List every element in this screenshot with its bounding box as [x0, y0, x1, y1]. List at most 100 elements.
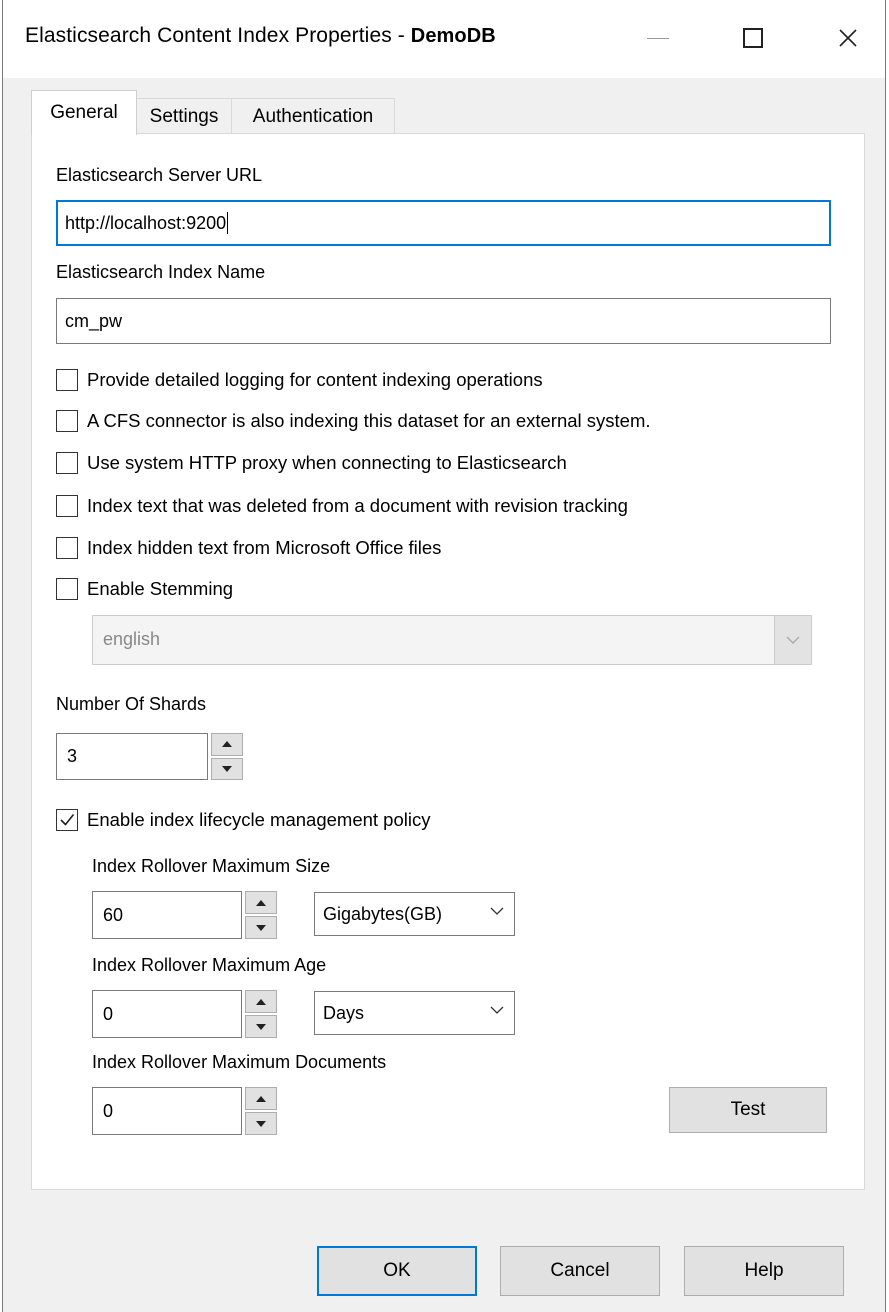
- enable-stemming-checkbox-row[interactable]: Enable Stemming: [56, 575, 233, 603]
- window-title-db: DemoDB: [410, 25, 496, 47]
- triangle-down-icon: [256, 1120, 266, 1127]
- triangle-up-icon: [256, 1095, 266, 1102]
- chevron-down-icon: [490, 1006, 504, 1014]
- max-size-stepper[interactable]: 60: [92, 891, 278, 939]
- server-url-input[interactable]: http://localhost:9200: [56, 200, 831, 246]
- shards-increment-button[interactable]: [211, 733, 243, 756]
- close-icon: [839, 29, 857, 47]
- max-docs-increment-button[interactable]: [245, 1087, 277, 1110]
- http-proxy-label: Use system HTTP proxy when connecting to…: [87, 452, 567, 473]
- enable-stemming-label: Enable Stemming: [87, 578, 234, 599]
- shards-value: 3: [67, 746, 78, 766]
- title-bar: Elasticsearch Content Index Properties -…: [3, 0, 885, 78]
- tab-general-label: General: [50, 102, 118, 123]
- shards-label: Number Of Shards: [56, 694, 207, 714]
- max-size-unit-select[interactable]: Gigabytes(GB): [314, 892, 515, 936]
- max-age-unit-value: Days: [323, 1003, 365, 1023]
- triangle-up-icon: [256, 899, 266, 906]
- deleted-text-checkbox-row[interactable]: Index text that was deleted from a docum…: [56, 492, 628, 520]
- max-size-label: Index Rollover Maximum Size: [92, 856, 331, 876]
- stemming-language-select[interactable]: english: [92, 615, 812, 665]
- help-button-label: Help: [744, 1260, 784, 1281]
- http-proxy-checkbox[interactable]: [56, 452, 78, 474]
- cancel-button-label: Cancel: [550, 1260, 610, 1281]
- max-size-increment-button[interactable]: [245, 891, 277, 914]
- triangle-down-icon: [222, 765, 232, 772]
- ilm-checkbox[interactable]: [56, 809, 78, 831]
- cfs-connector-label: A CFS connector is also indexing this da…: [87, 410, 651, 431]
- chevron-down-icon: [786, 636, 800, 644]
- triangle-up-icon: [222, 741, 232, 748]
- tab-general[interactable]: General: [31, 90, 137, 135]
- index-name-input[interactable]: cm_pw: [56, 298, 831, 344]
- max-age-increment-button[interactable]: [245, 990, 277, 1013]
- maximize-icon: [743, 28, 763, 48]
- shards-stepper[interactable]: 3: [56, 733, 246, 780]
- max-docs-label: Index Rollover Maximum Documents: [92, 1052, 387, 1072]
- text-caret: [227, 212, 229, 234]
- dialog-window: Elasticsearch Content Index Properties -…: [2, 0, 886, 1312]
- max-docs-stepper[interactable]: 0: [92, 1087, 278, 1135]
- max-size-value: 60: [103, 904, 124, 925]
- ok-button-label: OK: [383, 1260, 411, 1281]
- deleted-text-label: Index text that was deleted from a docum…: [87, 495, 628, 516]
- index-name-value: cm_pw: [65, 310, 123, 331]
- cfs-connector-checkbox[interactable]: [56, 410, 78, 432]
- max-docs-input[interactable]: 0: [92, 1087, 242, 1135]
- help-button[interactable]: Help: [684, 1246, 844, 1296]
- max-docs-spin-buttons: [245, 1087, 277, 1135]
- checkmark-icon: [60, 814, 75, 826]
- cancel-button[interactable]: Cancel: [500, 1246, 660, 1296]
- detailed-logging-label: Provide detailed logging for content ind…: [87, 369, 543, 390]
- http-proxy-checkbox-row[interactable]: Use system HTTP proxy when connecting to…: [56, 449, 567, 477]
- max-docs-decrement-button[interactable]: [245, 1112, 277, 1135]
- ok-button[interactable]: OK: [317, 1246, 477, 1296]
- max-size-decrement-button[interactable]: [245, 916, 277, 939]
- triangle-down-icon: [256, 924, 266, 931]
- max-docs-value: 0: [103, 1100, 114, 1121]
- window-title: Elasticsearch Content Index Properties -…: [25, 24, 496, 48]
- window-title-text: Elasticsearch Content Index Properties -: [25, 24, 411, 47]
- max-size-spin-buttons: [245, 891, 277, 939]
- max-size-unit-value: Gigabytes(GB): [323, 904, 443, 924]
- test-button-label: Test: [730, 1099, 766, 1120]
- close-button[interactable]: [818, 16, 878, 60]
- ilm-checkbox-row[interactable]: Enable index lifecycle management policy: [56, 806, 430, 834]
- triangle-up-icon: [256, 998, 266, 1005]
- index-name-label: Elasticsearch Index Name: [56, 262, 266, 282]
- stemming-dropdown-button[interactable]: [774, 616, 811, 664]
- server-url-label: Elasticsearch Server URL: [56, 165, 263, 185]
- detailed-logging-checkbox[interactable]: [56, 369, 78, 391]
- max-age-stepper[interactable]: 0: [92, 990, 278, 1038]
- max-age-value: 0: [103, 1003, 114, 1024]
- tab-settings[interactable]: Settings: [136, 98, 232, 134]
- deleted-text-checkbox[interactable]: [56, 495, 78, 517]
- stemming-language-value: english: [103, 629, 161, 649]
- test-button[interactable]: Test: [669, 1087, 827, 1133]
- max-age-unit-select[interactable]: Days: [314, 991, 515, 1035]
- hidden-text-label: Index hidden text from Microsoft Office …: [87, 537, 442, 558]
- tab-authentication-label: Authentication: [252, 105, 374, 127]
- max-age-label: Index Rollover Maximum Age: [92, 955, 327, 975]
- shards-input[interactable]: 3: [56, 733, 208, 780]
- tab-settings-label: Settings: [149, 105, 219, 127]
- ilm-label: Enable index lifecycle management policy: [87, 809, 431, 830]
- minimize-icon: [647, 37, 669, 39]
- detailed-logging-checkbox-row[interactable]: Provide detailed logging for content ind…: [56, 366, 543, 394]
- max-age-decrement-button[interactable]: [245, 1015, 277, 1038]
- server-url-value: http://localhost:9200: [65, 212, 227, 233]
- maximize-button[interactable]: [723, 16, 783, 60]
- chevron-down-icon: [490, 907, 504, 915]
- enable-stemming-checkbox[interactable]: [56, 578, 78, 600]
- hidden-text-checkbox[interactable]: [56, 537, 78, 559]
- cfs-connector-checkbox-row[interactable]: A CFS connector is also indexing this da…: [56, 407, 651, 435]
- shards-spin-buttons: [211, 733, 243, 780]
- triangle-down-icon: [256, 1023, 266, 1030]
- tab-authentication[interactable]: Authentication: [231, 98, 395, 134]
- shards-decrement-button[interactable]: [211, 757, 243, 780]
- hidden-text-checkbox-row[interactable]: Index hidden text from Microsoft Office …: [56, 534, 441, 562]
- max-age-input[interactable]: 0: [92, 990, 242, 1038]
- max-age-spin-buttons: [245, 990, 277, 1038]
- minimize-button[interactable]: [628, 16, 688, 60]
- max-size-input[interactable]: 60: [92, 891, 242, 939]
